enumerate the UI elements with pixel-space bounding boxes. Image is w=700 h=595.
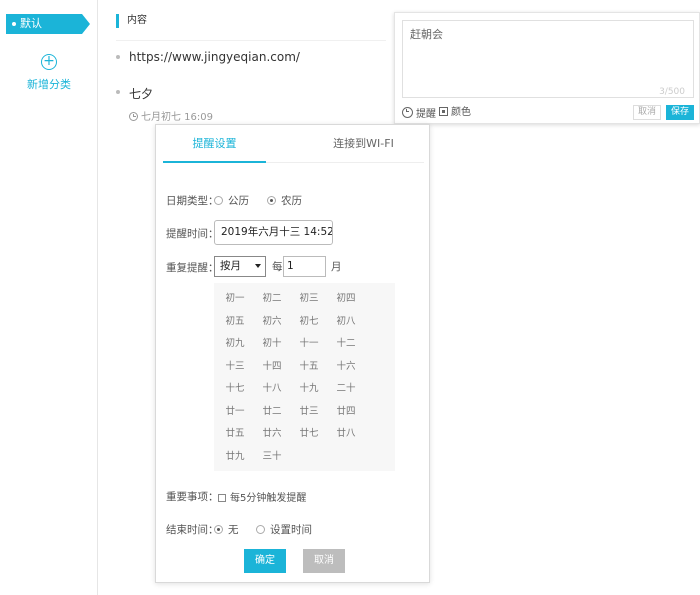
important-label: 重要事项： — [166, 491, 219, 503]
interval-input[interactable]: 1 — [283, 256, 326, 277]
dot-icon — [12, 22, 16, 26]
day-option[interactable]: 廿五 — [217, 423, 253, 445]
confirm-button[interactable]: 确定 — [244, 549, 286, 573]
list-divider — [116, 40, 386, 41]
every-label: 每 — [272, 261, 283, 273]
radio-end-set[interactable] — [256, 525, 265, 534]
day-option[interactable]: 廿七 — [291, 423, 327, 445]
day-option[interactable]: 廿九 — [217, 446, 253, 468]
day-option[interactable]: 廿八 — [328, 423, 364, 445]
repeat-label: 重复提醒： — [166, 262, 219, 274]
category-default[interactable]: 默认 — [6, 14, 90, 34]
repeat-select[interactable]: 按月 — [214, 256, 266, 277]
char-counter: 3/500 — [659, 87, 685, 97]
reminder-settings-panel: 提醒设置 连接到WI-FI 日期类型： 公历 农历 提醒时间： 2019年六月十… — [155, 124, 430, 583]
day-option[interactable]: 三十 — [254, 446, 290, 468]
bullet-icon — [116, 90, 120, 94]
day-option[interactable]: 十五 — [291, 356, 327, 378]
color-tool-label: 颜色 — [451, 107, 471, 118]
radio-end-none[interactable] — [214, 525, 223, 534]
editor-cancel-button[interactable]: 取消 — [633, 105, 661, 120]
day-option[interactable]: 初五 — [217, 311, 253, 333]
end-time-set-option[interactable]: 设置时间 — [256, 522, 312, 537]
day-option[interactable]: 初一 — [217, 288, 253, 310]
note-text: https://www.jingyeqian.com/ — [129, 50, 300, 64]
clock-icon — [129, 112, 138, 121]
note-editor: 3/500 提醒 颜色 取消 保存 — [394, 12, 700, 124]
plus-circle-icon: + — [41, 54, 57, 70]
date-type-lunar-label: 农历 — [281, 195, 302, 207]
day-option[interactable]: 廿六 — [254, 423, 290, 445]
day-option[interactable]: 廿四 — [328, 401, 364, 423]
day-option[interactable]: 初七 — [291, 311, 327, 333]
day-option[interactable]: 廿二 — [254, 401, 290, 423]
important-option[interactable]: 每5分钟触发提醒 — [218, 489, 306, 504]
day-option[interactable]: 初六 — [254, 311, 290, 333]
day-option[interactable]: 十二 — [328, 333, 364, 355]
category-default-label: 默认 — [20, 17, 42, 30]
add-category-label: 新增分类 — [27, 78, 71, 91]
day-option[interactable]: 十七 — [217, 378, 253, 400]
important-option-label: 每5分钟触发提醒 — [230, 493, 307, 504]
day-option[interactable]: 初九 — [217, 333, 253, 355]
tab-connect-wifi[interactable]: 连接到WI-FI — [303, 125, 424, 163]
color-square-icon — [439, 107, 448, 116]
note-reminder-meta: 七月初七 16:09 — [129, 108, 213, 123]
color-tool-button[interactable]: 颜色 — [439, 107, 471, 119]
note-text: 七夕 — [129, 87, 154, 101]
editor-save-button[interactable]: 保存 — [666, 105, 694, 120]
add-category-button[interactable]: + 新增分类 — [0, 54, 98, 92]
day-option[interactable]: 十一 — [291, 333, 327, 355]
note-item-qixi[interactable]: 七夕 七月初七 16:09 — [116, 85, 213, 123]
bullet-icon — [116, 55, 120, 59]
radio-solar[interactable] — [214, 196, 223, 205]
end-time-none-option[interactable]: 无 — [214, 522, 239, 537]
day-option[interactable]: 初四 — [328, 288, 364, 310]
day-option[interactable]: 初八 — [328, 311, 364, 333]
important-checkbox[interactable] — [218, 494, 226, 502]
remind-time-input[interactable]: 2019年六月十三 14:52:07 — [214, 220, 333, 245]
day-option[interactable]: 十九 — [291, 378, 327, 400]
date-type-label: 日期类型： — [166, 195, 219, 207]
remind-time-label: 提醒时间： — [166, 228, 219, 240]
day-option[interactable]: 廿三 — [291, 401, 327, 423]
lunar-day-grid: 初一 初二 初三 初四初五 初六 初七 初八初九 初十 十一 十二十三 十四 十五 十六十七 十八 十九 二十… — [214, 283, 395, 471]
remind-tool-label: 提醒 — [416, 109, 436, 120]
day-option[interactable]: 初十 — [254, 333, 290, 355]
day-option[interactable]: 二十 — [328, 378, 364, 400]
note-item-link[interactable]: https://www.jingyeqian.com/ — [116, 50, 300, 64]
day-option[interactable]: 初三 — [291, 288, 327, 310]
day-option[interactable]: 廿一 — [217, 401, 253, 423]
note-reminder-time: 七月初七 16:09 — [141, 112, 213, 123]
dropdown-arrow-icon — [255, 264, 261, 268]
tab-reminder-settings[interactable]: 提醒设置 — [163, 125, 266, 163]
date-type-solar-label: 公历 — [228, 195, 249, 207]
repeat-select-value: 按月 — [220, 260, 241, 272]
note-text-input[interactable] — [402, 20, 694, 98]
end-time-none-label: 无 — [228, 524, 239, 536]
cancel-button[interactable]: 取消 — [303, 549, 345, 573]
end-time-set-label: 设置时间 — [270, 524, 312, 536]
clock-icon — [402, 107, 413, 118]
day-option[interactable]: 十三 — [217, 356, 253, 378]
day-option[interactable]: 初二 — [254, 288, 290, 310]
day-option[interactable]: 十六 — [328, 356, 364, 378]
day-option[interactable]: 十四 — [254, 356, 290, 378]
date-type-lunar-option[interactable]: 农历 — [267, 193, 302, 208]
remind-tool-button[interactable]: 提醒 — [402, 107, 436, 121]
end-time-label: 结束时间： — [166, 524, 219, 536]
date-type-solar-option[interactable]: 公历 — [214, 193, 249, 208]
day-option[interactable]: 十八 — [254, 378, 290, 400]
reminder-tabs: 提醒设置 连接到WI-FI — [163, 125, 424, 163]
radio-lunar[interactable] — [267, 196, 276, 205]
content-header: 内容 — [116, 14, 147, 28]
interval-unit-label: 月 — [331, 261, 342, 273]
sidebar: 默认 + 新增分类 — [0, 0, 98, 595]
